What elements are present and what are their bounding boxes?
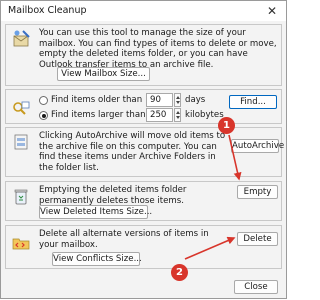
empty-button[interactable]: Empty: [237, 185, 278, 199]
conflicts-folder-icon: [11, 233, 31, 253]
find-items-icon: [11, 98, 31, 118]
recycle-bin-icon: [11, 187, 31, 207]
autoarchive-section: Clicking AutoArchive will move old items…: [5, 127, 284, 177]
find-older-radio[interactable]: [39, 96, 48, 105]
older-unit-label: days: [185, 95, 206, 105]
annotation-marker-1: 1: [218, 117, 235, 134]
find-items-section: Find items older than 90 days Find items…: [5, 89, 282, 124]
deleted-items-section: Emptying the deleted items folder perman…: [5, 181, 282, 221]
autoarchive-description: Clicking AutoArchive will move old items…: [39, 131, 226, 173]
mailbox-cleanup-icon: [11, 29, 31, 49]
dialog-title: Mailbox Cleanup: [8, 5, 87, 16]
annotation-marker-2: 2: [171, 264, 188, 281]
larger-unit-label: kilobytes: [185, 110, 224, 120]
conflicts-description: Delete all alternate versions of items i…: [39, 229, 209, 250]
mailbox-cleanup-dialog: Mailbox Cleanup ✕ You can use this tool …: [0, 0, 287, 299]
find-larger-label: Find items larger than: [51, 110, 146, 120]
larger-than-kb-input[interactable]: 250: [146, 108, 173, 122]
older-days-spinner[interactable]: [174, 93, 181, 107]
close-button[interactable]: Close: [234, 280, 278, 294]
mailbox-size-description: You can use this tool to manage the size…: [39, 28, 277, 70]
archive-file-icon: [11, 132, 31, 152]
close-icon[interactable]: ✕: [264, 3, 280, 19]
view-mailbox-size-button[interactable]: View Mailbox Size...: [57, 67, 150, 81]
conflicts-section: Delete all alternate versions of items i…: [5, 225, 282, 269]
larger-kb-spinner[interactable]: [174, 108, 181, 122]
find-button[interactable]: Find...: [229, 95, 277, 109]
view-deleted-items-size-button[interactable]: View Deleted Items Size...: [39, 205, 152, 219]
mailbox-size-section: You can use this tool to manage the size…: [5, 24, 282, 86]
view-conflicts-size-button[interactable]: View Conflicts Size...: [52, 252, 142, 266]
older-than-days-input[interactable]: 90: [146, 93, 173, 107]
title-bar: Mailbox Cleanup ✕: [1, 1, 286, 21]
delete-button[interactable]: Delete: [237, 232, 278, 246]
autoarchive-button[interactable]: AutoArchive: [231, 139, 284, 153]
find-larger-radio[interactable]: [39, 111, 48, 120]
deleted-items-description: Emptying the deleted items folder perman…: [39, 185, 187, 206]
find-older-label: Find items older than: [51, 95, 143, 105]
